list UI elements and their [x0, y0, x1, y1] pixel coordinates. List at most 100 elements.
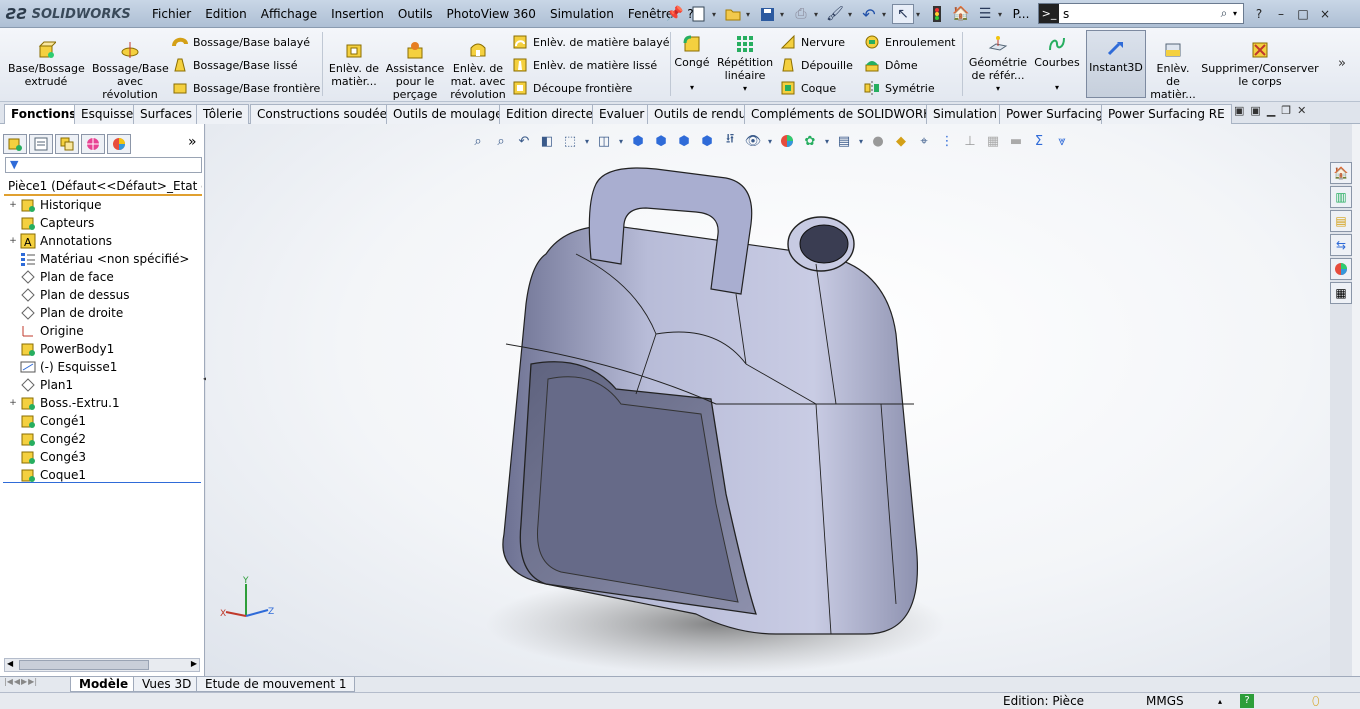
select-arrow-icon[interactable]: ↖: [892, 4, 914, 24]
delete-keep-body-button[interactable]: Supprimer/Conserver le corps: [1200, 40, 1320, 88]
help-button[interactable]: ?: [1248, 4, 1270, 24]
dome-button[interactable]: Dôme: [864, 55, 918, 75]
chevron-down-icon[interactable]: ▾: [617, 131, 625, 151]
traffic-light-icon[interactable]: [926, 4, 948, 24]
tree-item[interactable]: Plan1: [8, 376, 73, 394]
tree-item[interactable]: + A Annotations: [8, 232, 112, 250]
hole-wizard-button[interactable]: Assistance pour le perçage: [384, 40, 446, 101]
visibility-icon[interactable]: 👁: [743, 131, 763, 151]
extrude-boss-button[interactable]: Base/Bossage extrudé: [8, 40, 85, 88]
tab-edition-directe[interactable]: Edition directe: [499, 104, 601, 124]
menu-outils[interactable]: Outils: [391, 0, 440, 28]
reference-geometry-button[interactable]: Géométrie de référ... ▾: [966, 34, 1030, 95]
prev-tab-icon[interactable]: ◀: [14, 677, 20, 686]
first-tab-icon[interactable]: |◀: [4, 677, 13, 686]
ambient-occlusion-icon[interactable]: ◆: [891, 131, 911, 151]
display-manager-tab-icon[interactable]: [107, 134, 131, 154]
cascade-icon[interactable]: ▣: [1250, 104, 1260, 117]
chevron-down-icon[interactable]: ▾: [814, 10, 822, 19]
tree-filter-input[interactable]: ▼: [5, 157, 202, 173]
chevron-down-icon[interactable]: ▾: [714, 82, 776, 95]
tag-icon[interactable]: ⬯: [1312, 695, 1320, 708]
scroll-right-icon[interactable]: ▶: [191, 659, 197, 668]
zoom-to-fit-icon[interactable]: ⌕: [468, 131, 488, 151]
dimxpert-tab-icon[interactable]: [81, 134, 105, 154]
zoom-to-area-icon[interactable]: ⌕: [491, 131, 511, 151]
check-icon[interactable]: ⩔: [1052, 131, 1072, 151]
tab-modele[interactable]: Modèle: [70, 677, 138, 692]
menu-insertion[interactable]: Insertion: [324, 0, 391, 28]
next-tab-icon[interactable]: ▶: [21, 677, 27, 686]
chevron-down-icon[interactable]: ▾: [857, 131, 865, 151]
tab-vues-3d[interactable]: Vues 3D: [133, 677, 201, 692]
cut-body-button[interactable]: Enlèv. de matièr...: [1150, 40, 1196, 101]
menu-fichier[interactable]: Fichier: [145, 0, 198, 28]
tree-item[interactable]: Origine: [8, 322, 84, 340]
chevron-down-icon[interactable]: ▾: [823, 131, 831, 151]
tree-expand-icon[interactable]: +: [8, 236, 18, 246]
swept-boss-button[interactable]: Bossage/Base balayé: [172, 32, 310, 52]
pin-icon[interactable]: 📌: [664, 4, 686, 24]
instant3d-button[interactable]: Instant3D: [1086, 30, 1146, 98]
view-palette-icon[interactable]: ⇆: [1330, 234, 1352, 256]
print-icon[interactable]: ⎙: [790, 4, 812, 24]
tab-etude-mouvement[interactable]: Etude de mouvement 1: [196, 677, 356, 692]
search-icon[interactable]: ⌕: [1215, 6, 1233, 21]
tree-item[interactable]: + Historique: [8, 196, 102, 214]
dimension-icon[interactable]: ⊥: [960, 131, 980, 151]
chevron-down-icon[interactable]: ▾: [1233, 9, 1243, 18]
configuration-manager-tab-icon[interactable]: [55, 134, 79, 154]
chevron-down-icon[interactable]: ▾: [746, 10, 754, 19]
chevron-down-icon[interactable]: ▾: [583, 131, 591, 151]
tile-icon[interactable]: ▣: [1234, 104, 1244, 117]
minimize-button[interactable]: –: [1270, 4, 1292, 24]
resources-home-icon[interactable]: 🏠: [1330, 162, 1352, 184]
revolved-cut-button[interactable]: Enlèv. de mat. avec révolution: [446, 40, 510, 101]
tree-item[interactable]: + Boss.-Extru.1: [8, 394, 120, 412]
chevron-down-icon[interactable]: ▾: [966, 82, 1030, 95]
tab-esquisse[interactable]: Esquisse: [74, 104, 141, 124]
solidworks-logo[interactable]: ƧƧ SOLIDWORKS: [6, 5, 131, 23]
shaded-cube-icon[interactable]: ⬢: [628, 131, 648, 151]
close-button[interactable]: ×: [1314, 4, 1336, 24]
appearances-icon[interactable]: [1330, 258, 1352, 280]
sum-icon[interactable]: Σ: [1029, 131, 1049, 151]
chevron-down-icon[interactable]: ▾: [1032, 81, 1082, 94]
undo-icon[interactable]: ↶: [858, 4, 880, 24]
file-explorer-icon[interactable]: ▤: [1330, 210, 1352, 232]
display-style-icon[interactable]: ◫: [594, 131, 614, 151]
tree-root-part[interactable]: Pièce1 (Défaut<<Défaut>_Etat d': [4, 178, 202, 196]
file-properties-icon[interactable]: 🏠: [950, 4, 972, 24]
tree-item[interactable]: Capteurs: [8, 214, 94, 232]
doc-minimize-icon[interactable]: ▁: [1267, 104, 1275, 117]
tab-outils-moulage[interactable]: Outils de moulage: [386, 104, 510, 124]
chevron-down-icon[interactable]: ▾: [916, 10, 924, 19]
boundary-boss-button[interactable]: Bossage/Base frontière: [172, 78, 320, 98]
chevron-down-icon[interactable]: ▾: [882, 10, 890, 19]
swept-cut-button[interactable]: Enlèv. de matière balayé: [512, 32, 670, 52]
tree-item[interactable]: (-) Esquisse1: [8, 358, 117, 376]
menu-simulation[interactable]: Simulation: [543, 0, 621, 28]
new-document-icon[interactable]: [688, 4, 710, 24]
tab-tolerie[interactable]: Tôlerie: [196, 104, 250, 124]
view-settings-icon[interactable]: ▤: [834, 131, 854, 151]
previous-view-icon[interactable]: ↶: [514, 131, 534, 151]
wrap-button[interactable]: Enroulement: [864, 32, 956, 52]
shaded-edges-cube-icon[interactable]: ⬢: [651, 131, 671, 151]
command-search-icon[interactable]: >_: [1039, 4, 1059, 23]
help-question-icon[interactable]: ?: [1240, 694, 1254, 708]
tab-power-surfacing-re[interactable]: Power Surfacing RE: [1101, 104, 1232, 124]
tab-constructions-soudees[interactable]: Constructions soudées: [250, 104, 401, 124]
last-tab-icon[interactable]: ▶|: [28, 677, 37, 686]
wireframe-cube-icon[interactable]: ⬢: [674, 131, 694, 151]
tree-item[interactable]: Congé2: [8, 430, 86, 448]
curves-button[interactable]: Courbes ▾: [1032, 34, 1082, 94]
design-library-icon[interactable]: ▥: [1330, 186, 1352, 208]
save-icon[interactable]: [756, 4, 778, 24]
tree-expand-icon[interactable]: +: [8, 398, 18, 408]
doc-restore-icon[interactable]: ❐: [1281, 104, 1291, 117]
tab-evaluer[interactable]: Evaluer: [592, 104, 652, 124]
gray-icon[interactable]: ▦: [983, 131, 1003, 151]
perspective-icon[interactable]: ⌖: [914, 131, 934, 151]
tree-item[interactable]: Plan de face: [8, 268, 114, 286]
